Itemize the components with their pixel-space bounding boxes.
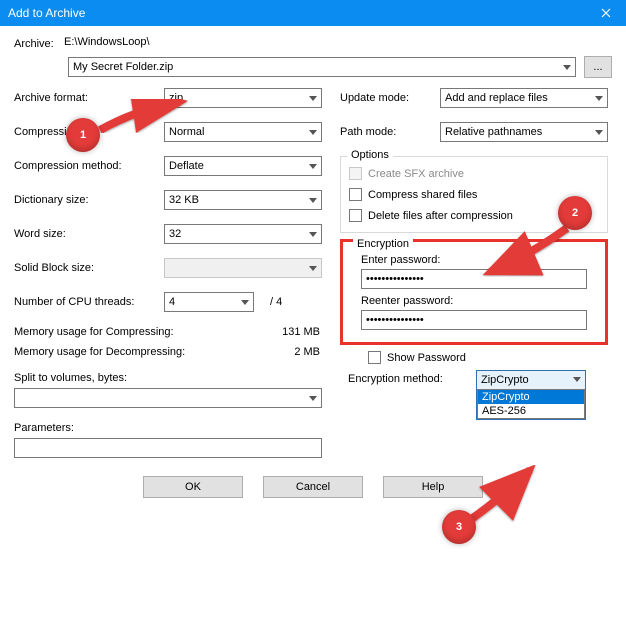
compression-level-value: Normal	[169, 126, 204, 138]
checkbox-icon	[368, 351, 381, 364]
parameters-label: Parameters:	[14, 422, 322, 434]
archive-format-value: zip	[169, 92, 183, 104]
mem-decompress-value: 2 MB	[224, 346, 322, 358]
reenter-password-label: Reenter password:	[361, 295, 597, 307]
word-size-select[interactable]: 32	[164, 224, 322, 244]
close-icon	[601, 8, 611, 18]
parameters-input[interactable]	[14, 438, 322, 458]
encryption-method-select[interactable]: ZipCrypto ZipCrypto AES-256	[476, 370, 586, 420]
mem-compress-label: Memory usage for Compressing:	[14, 326, 224, 338]
titlebar: Add to Archive	[0, 0, 626, 26]
split-select[interactable]	[14, 388, 322, 408]
dictionary-label: Dictionary size:	[14, 194, 164, 206]
enter-password-input[interactable]: •••••••••••••••	[361, 269, 587, 289]
ok-button[interactable]: OK	[143, 476, 243, 498]
compression-level-select[interactable]: Normal	[164, 122, 322, 142]
ok-label: OK	[185, 481, 201, 493]
encryption-method-value: ZipCrypto	[481, 374, 529, 386]
delete-label: Delete files after compression	[368, 210, 513, 222]
cancel-label: Cancel	[296, 481, 330, 493]
checkbox-icon	[349, 167, 362, 180]
reenter-password-value: •••••••••••••••	[366, 314, 424, 326]
checkbox-icon	[349, 209, 362, 222]
help-button[interactable]: Help	[383, 476, 483, 498]
encryption-legend: Encryption	[353, 238, 413, 250]
cpu-threads-select[interactable]: 4	[164, 292, 254, 312]
dictionary-select[interactable]: 32 KB	[164, 190, 322, 210]
enter-password-label: Enter password:	[361, 254, 597, 266]
close-button[interactable]	[586, 0, 626, 26]
dictionary-value: 32 KB	[169, 194, 199, 206]
word-size-label: Word size:	[14, 228, 164, 240]
sfx-checkbox: Create SFX archive	[349, 167, 599, 180]
mem-compress-value: 131 MB	[224, 326, 322, 338]
compression-method-select[interactable]: Deflate	[164, 156, 322, 176]
update-mode-value: Add and replace files	[445, 92, 548, 104]
cpu-threads-label: Number of CPU threads:	[14, 296, 164, 308]
options-legend: Options	[347, 149, 393, 161]
path-mode-value: Relative pathnames	[445, 126, 542, 138]
show-password-label: Show Password	[387, 352, 466, 364]
compression-method-label: Compression method:	[14, 160, 164, 172]
solid-block-label: Solid Block size:	[14, 262, 164, 274]
archive-format-select[interactable]: zip	[164, 88, 322, 108]
archive-format-label: Archive format:	[14, 92, 164, 104]
browse-button[interactable]: ...	[584, 56, 612, 78]
enter-password-value: •••••••••••••••	[366, 273, 424, 285]
encryption-method-list: ZipCrypto AES-256	[477, 389, 585, 419]
archive-label: Archive:	[14, 38, 64, 50]
split-label: Split to volumes, bytes:	[14, 372, 322, 384]
encryption-method-label: Encryption method:	[348, 370, 468, 385]
word-size-value: 32	[169, 228, 181, 240]
path-mode-label: Path mode:	[340, 126, 440, 138]
update-mode-label: Update mode:	[340, 92, 440, 104]
mem-decompress-label: Memory usage for Decompressing:	[14, 346, 224, 358]
cancel-button[interactable]: Cancel	[263, 476, 363, 498]
annotation-3: 3	[442, 510, 476, 544]
archive-name-value: My Secret Folder.zip	[73, 61, 173, 73]
dropdown-option[interactable]: ZipCrypto	[478, 390, 584, 404]
checkbox-icon	[349, 188, 362, 201]
cpu-total: / 4	[270, 296, 282, 308]
reenter-password-input[interactable]: •••••••••••••••	[361, 310, 587, 330]
update-mode-select[interactable]: Add and replace files	[440, 88, 608, 108]
archive-path: E:\WindowsLoop\	[64, 36, 150, 52]
annotation-2: 2	[558, 196, 592, 230]
show-password-checkbox[interactable]: Show Password	[368, 351, 608, 364]
solid-block-select[interactable]	[164, 258, 322, 278]
help-label: Help	[422, 481, 445, 493]
cpu-threads-value: 4	[169, 296, 175, 308]
annotation-1: 1	[66, 118, 100, 152]
encryption-fieldset: Encryption Enter password: •••••••••••••…	[340, 239, 608, 345]
shared-checkbox[interactable]: Compress shared files	[349, 188, 599, 201]
dialog-footer: OK Cancel Help	[14, 464, 612, 512]
path-mode-select[interactable]: Relative pathnames	[440, 122, 608, 142]
browse-label: ...	[593, 61, 602, 73]
dropdown-option[interactable]: AES-256	[478, 404, 584, 418]
compression-method-value: Deflate	[169, 160, 204, 172]
sfx-label: Create SFX archive	[368, 168, 464, 180]
shared-label: Compress shared files	[368, 189, 477, 201]
archive-name-input[interactable]: My Secret Folder.zip	[68, 57, 576, 77]
window-title: Add to Archive	[8, 6, 85, 20]
